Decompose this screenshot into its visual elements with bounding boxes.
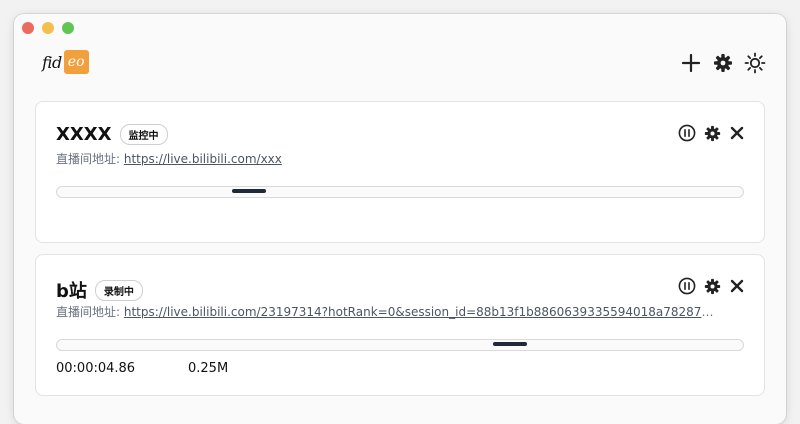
gear-icon[interactable]: [703, 277, 721, 295]
recording-size: 0.25M: [188, 361, 229, 376]
app-logo: fid eo: [42, 50, 89, 74]
logo-text-right: eo: [63, 50, 89, 74]
gear-icon[interactable]: [703, 124, 721, 142]
address-label: 直播间地址:: [56, 305, 124, 319]
minimize-window-button[interactable]: [42, 22, 54, 34]
progress-indicator: [492, 342, 527, 346]
stream-card: b站 录制中 直播间地址: https://live.bilibili.com/…: [35, 254, 765, 396]
stream-title-row: XXXX 监控中: [56, 124, 168, 145]
progress-track: [56, 186, 744, 198]
pause-icon[interactable]: [678, 277, 696, 295]
stream-actions: [678, 124, 746, 142]
stream-address: 直播间地址: https://live.bilibili.com/xxx: [56, 150, 282, 167]
stream-actions: [678, 277, 746, 295]
maximize-window-button[interactable]: [62, 22, 74, 34]
app-window: fid eo XXXX 监控中 直播间地址: https://live.bili…: [14, 14, 786, 424]
stream-name: b站: [56, 281, 87, 302]
stream-address: 直播间地址: https://live.bilibili.com/2319731…: [56, 303, 716, 320]
window-controls: [22, 22, 74, 34]
status-badge: 监控中: [119, 124, 168, 145]
close-icon[interactable]: [728, 124, 746, 142]
recording-duration: 00:00:04.86: [56, 361, 136, 376]
progress-track: [56, 339, 744, 351]
address-link[interactable]: https://live.bilibili.com/xxx: [124, 152, 282, 166]
plus-icon[interactable]: [680, 52, 702, 74]
address-link[interactable]: https://live.bilibili.com/23197314?hotRa…: [124, 305, 716, 319]
pause-icon[interactable]: [678, 124, 696, 142]
stream-name: XXXX: [56, 124, 112, 145]
logo-text-left: fid: [42, 52, 62, 72]
close-icon[interactable]: [728, 277, 746, 295]
status-badge: 录制中: [94, 279, 143, 301]
gear-icon[interactable]: [712, 52, 734, 74]
progress-indicator: [232, 189, 267, 193]
close-window-button[interactable]: [22, 22, 34, 34]
stream-card: XXXX 监控中 直播间地址: https://live.bilibili.co…: [35, 101, 765, 243]
address-label: 直播间地址:: [56, 152, 124, 166]
stream-title-row: b站 录制中: [56, 277, 143, 303]
recording-stats: 00:00:04.86 0.25M: [56, 361, 228, 376]
sun-icon[interactable]: [744, 52, 766, 74]
top-toolbar: [680, 52, 766, 74]
